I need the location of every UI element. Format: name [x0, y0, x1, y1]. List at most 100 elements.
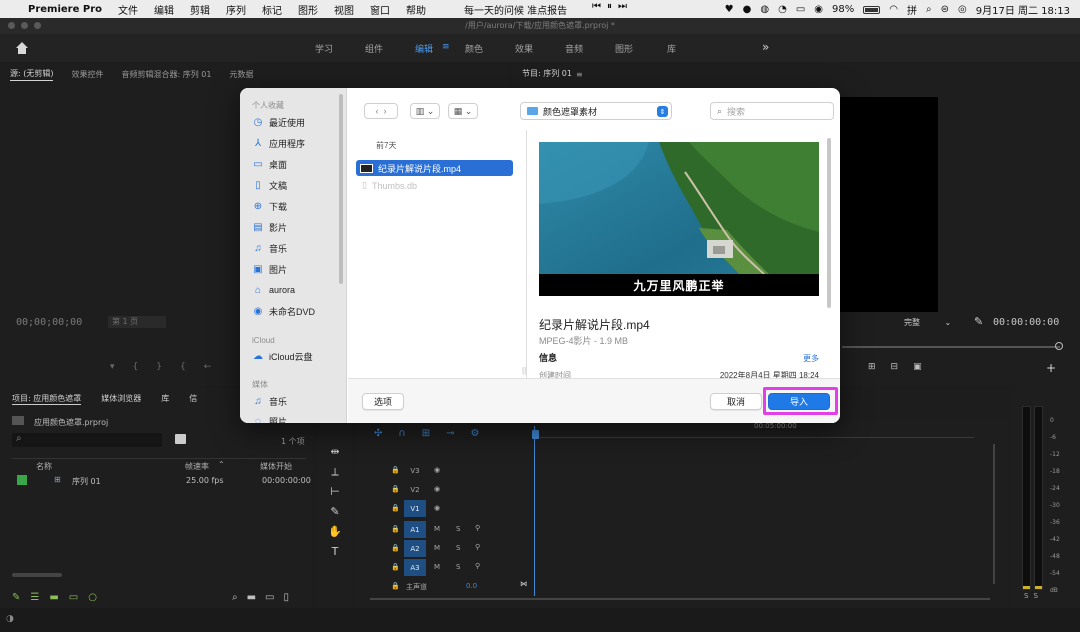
bell-icon[interactable]: ◔: [778, 4, 787, 15]
table-row[interactable]: ⊞ 序列 01 25.00 fps 00:00:00:00: [12, 474, 311, 488]
timeline-tools[interactable]: ✣∩⊞⊸⚙: [374, 428, 495, 439]
program-transport-controls[interactable]: ⊞⊟▣: [868, 362, 937, 372]
workspace-effects[interactable]: 效果: [515, 42, 533, 55]
tab-project[interactable]: 项目: 应用颜色遮罩: [12, 393, 82, 405]
tab-program[interactable]: 节目: 序列 01: [522, 68, 572, 80]
sidebar-item-desktop[interactable]: ▭ 桌面: [252, 158, 287, 171]
column-framerate[interactable]: 帧速率: [185, 461, 209, 472]
track-label-v1[interactable]: V1: [404, 500, 426, 517]
list-item-selected[interactable]: 纪录片解说片段.mp4: [356, 160, 513, 176]
workspace-menu-icon[interactable]: ≡: [442, 42, 450, 52]
app-menu[interactable]: Premiere Pro: [28, 4, 102, 15]
new-bin-icon[interactable]: [175, 434, 186, 444]
sidebar-item-media-music[interactable]: ♫ 音乐: [252, 395, 287, 408]
tab-source[interactable]: 源: (无剪辑): [10, 68, 54, 81]
menu-edit[interactable]: 编辑: [154, 2, 174, 17]
project-scrollbar[interactable]: [12, 573, 62, 577]
search-icon[interactable]: ⌕: [926, 4, 932, 15]
input-method-icon[interactable]: 拼: [907, 2, 917, 17]
chevron-left-icon[interactable]: ‹: [375, 106, 378, 116]
master-value[interactable]: 0.0: [466, 582, 477, 590]
menu-help[interactable]: 帮助: [406, 2, 426, 17]
wrench-icon[interactable]: ✎: [974, 315, 983, 328]
menu-view[interactable]: 视图: [334, 2, 354, 17]
mute-icon[interactable]: M: [434, 525, 440, 533]
mute-icon[interactable]: M: [434, 544, 440, 552]
solo-icon[interactable]: S: [456, 525, 460, 533]
sidebar-item-downloads[interactable]: ⊕ 下载: [252, 200, 287, 213]
mic-icon[interactable]: ⚲: [475, 543, 480, 551]
tab-audio-clip-mixer[interactable]: 音频剪辑混合器: 序列 01: [121, 69, 211, 80]
source-page-select[interactable]: 第 1 页: [108, 316, 166, 328]
workspace-graphics[interactable]: 图形: [615, 42, 633, 55]
siri-icon[interactable]: ◎: [958, 4, 967, 15]
preview-scrollbar[interactable]: [827, 138, 831, 308]
column-media-start[interactable]: 媒体开始: [260, 461, 292, 472]
eye-icon[interactable]: ◉: [434, 466, 440, 474]
tab-media-browser[interactable]: 媒体浏览器: [101, 393, 141, 405]
wifi-icon[interactable]: ◠: [889, 4, 898, 15]
column-name[interactable]: 名称: [36, 461, 52, 472]
program-fit-select[interactable]: 完整 ⌄: [904, 317, 964, 329]
meter-solo-buttons[interactable]: SS: [1024, 592, 1043, 600]
location-dropdown[interactable]: 颜色遮罩素材 ⇕: [520, 102, 672, 120]
sidebar-item-movies[interactable]: ▤ 影片: [252, 221, 287, 234]
track-label-a2[interactable]: A2: [404, 540, 426, 557]
home-icon[interactable]: [14, 40, 30, 56]
chevron-right-icon[interactable]: ›: [384, 106, 387, 116]
more-workspaces-icon[interactable]: »: [762, 40, 769, 54]
battery-icon[interactable]: [863, 5, 881, 14]
track-label-a1[interactable]: A1: [404, 521, 426, 538]
list-item[interactable]: ▯ Thumbs.db: [362, 180, 417, 191]
sidebar-item-documents[interactable]: ▯ 文稿: [252, 179, 287, 192]
workspace-assembly[interactable]: 组件: [365, 42, 383, 55]
menu-window[interactable]: 窗口: [370, 2, 390, 17]
lock-icon[interactable]: 🔒: [391, 525, 400, 533]
sidebar-item-icloud-drive[interactable]: ☁ iCloud云盘: [252, 350, 313, 363]
lock-icon[interactable]: 🔒: [391, 544, 400, 552]
add-button-icon[interactable]: +: [1046, 361, 1056, 375]
previous-track-icon[interactable]: ⏮: [592, 1, 601, 12]
sidebar-item-dvd[interactable]: ◉ 未命名DVD: [252, 305, 315, 318]
tab-libraries[interactable]: 库: [161, 393, 169, 405]
search-field[interactable]: ⌕ 搜索: [710, 102, 834, 120]
sidebar-item-pictures[interactable]: ▣ 图片: [252, 263, 287, 276]
menu-file[interactable]: 文件: [118, 2, 138, 17]
lock-icon[interactable]: 🔒: [391, 485, 400, 493]
program-timecode[interactable]: 00:00:00:00: [993, 317, 1059, 328]
menu-graphics[interactable]: 图形: [298, 2, 318, 17]
program-menu-icon[interactable]: ≡: [576, 70, 583, 79]
sidebar-item-media-photos[interactable]: ◌ 照片: [252, 415, 287, 423]
next-track-icon[interactable]: ⏭: [618, 1, 627, 12]
workspace-libraries[interactable]: 库: [667, 42, 676, 55]
play-circle-icon[interactable]: ◉: [814, 4, 823, 15]
mic-icon[interactable]: ⚲: [475, 562, 480, 570]
mic-icon[interactable]: ⚲: [475, 524, 480, 532]
sidebar-item-applications[interactable]: ⅄ 应用程序: [252, 137, 305, 150]
lock-icon[interactable]: 🔒: [391, 582, 400, 590]
source-transport-controls[interactable]: ▾{}{←: [110, 362, 229, 372]
qq-icon[interactable]: ●: [743, 4, 752, 15]
view-grid-button[interactable]: ▦ ⌄: [448, 103, 478, 119]
view-columns-button[interactable]: ▥ ⌄: [410, 103, 440, 119]
control-center-icon[interactable]: ⊜: [941, 4, 949, 15]
workspace-audio[interactable]: 音频: [565, 42, 583, 55]
source-timecode[interactable]: 00;00;00;00: [16, 317, 82, 328]
menu-clip[interactable]: 剪辑: [190, 2, 210, 17]
display-icon[interactable]: ▭: [796, 4, 805, 15]
tool-icons[interactable]: ⇹ ⟂ ⊢ ✎ ✋ T: [328, 442, 342, 562]
workspace-color[interactable]: 颜色: [465, 42, 483, 55]
track-label-v2[interactable]: V2: [404, 481, 426, 498]
program-scrubber[interactable]: [842, 346, 1060, 348]
timeline-v-scrollbar[interactable]: [993, 444, 995, 584]
lock-icon[interactable]: 🔒: [391, 466, 400, 474]
project-footer-tools[interactable]: ✎☰▬▭○: [12, 592, 107, 603]
track-label-a3[interactable]: A3: [404, 559, 426, 576]
tab-effect-controls[interactable]: 效果控件: [71, 69, 103, 80]
lock-icon[interactable]: 🔒: [391, 563, 400, 571]
program-scrubber-handle[interactable]: [1055, 342, 1063, 350]
back-forward-buttons[interactable]: ‹ ›: [364, 103, 398, 119]
solo-icon[interactable]: S: [456, 544, 460, 552]
sort-up-icon[interactable]: ⌃: [218, 460, 225, 469]
menu-marker[interactable]: 标记: [262, 2, 282, 17]
